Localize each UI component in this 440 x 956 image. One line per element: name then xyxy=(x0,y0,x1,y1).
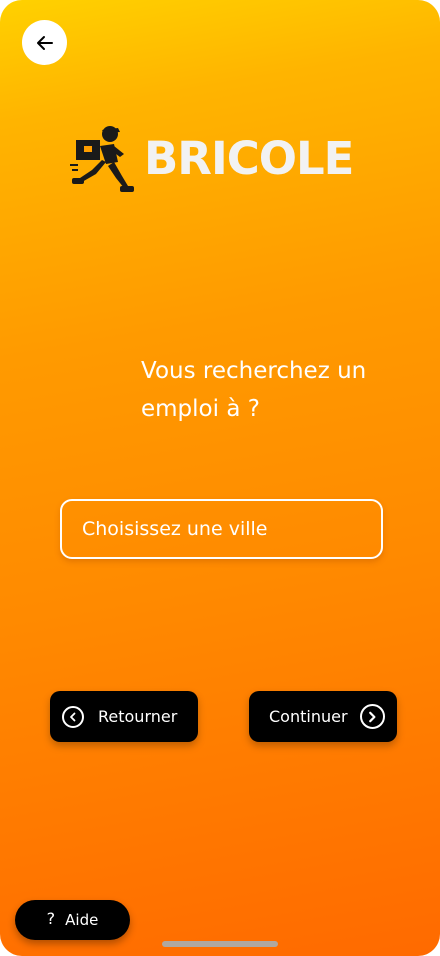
continue-label: Continuer xyxy=(269,707,348,726)
delivery-runner-icon xyxy=(70,126,134,192)
arrow-left-icon xyxy=(36,35,53,50)
city-select-input[interactable] xyxy=(60,499,383,559)
continue-button[interactable]: Continuer xyxy=(249,691,397,742)
home-indicator[interactable] xyxy=(162,941,278,947)
help-label: Aide xyxy=(65,911,99,929)
back-action-label: Retourner xyxy=(98,707,178,726)
page-question: Vous recherchez un emploi à ? xyxy=(141,358,367,422)
chevron-right-circle-icon xyxy=(359,704,385,729)
back-button[interactable] xyxy=(22,20,67,65)
help-button[interactable]: ? Aide xyxy=(15,900,130,940)
chevron-left-circle-icon xyxy=(62,705,84,728)
brand-name: BRICOLE xyxy=(144,131,354,185)
question-icon: ? xyxy=(46,908,56,928)
brand-logo: BRICOLE xyxy=(70,122,354,194)
back-action-button[interactable]: Retourner xyxy=(50,691,198,742)
app-screen: BRICOLE Vous recherchez un emploi à ? Re… xyxy=(0,0,440,956)
